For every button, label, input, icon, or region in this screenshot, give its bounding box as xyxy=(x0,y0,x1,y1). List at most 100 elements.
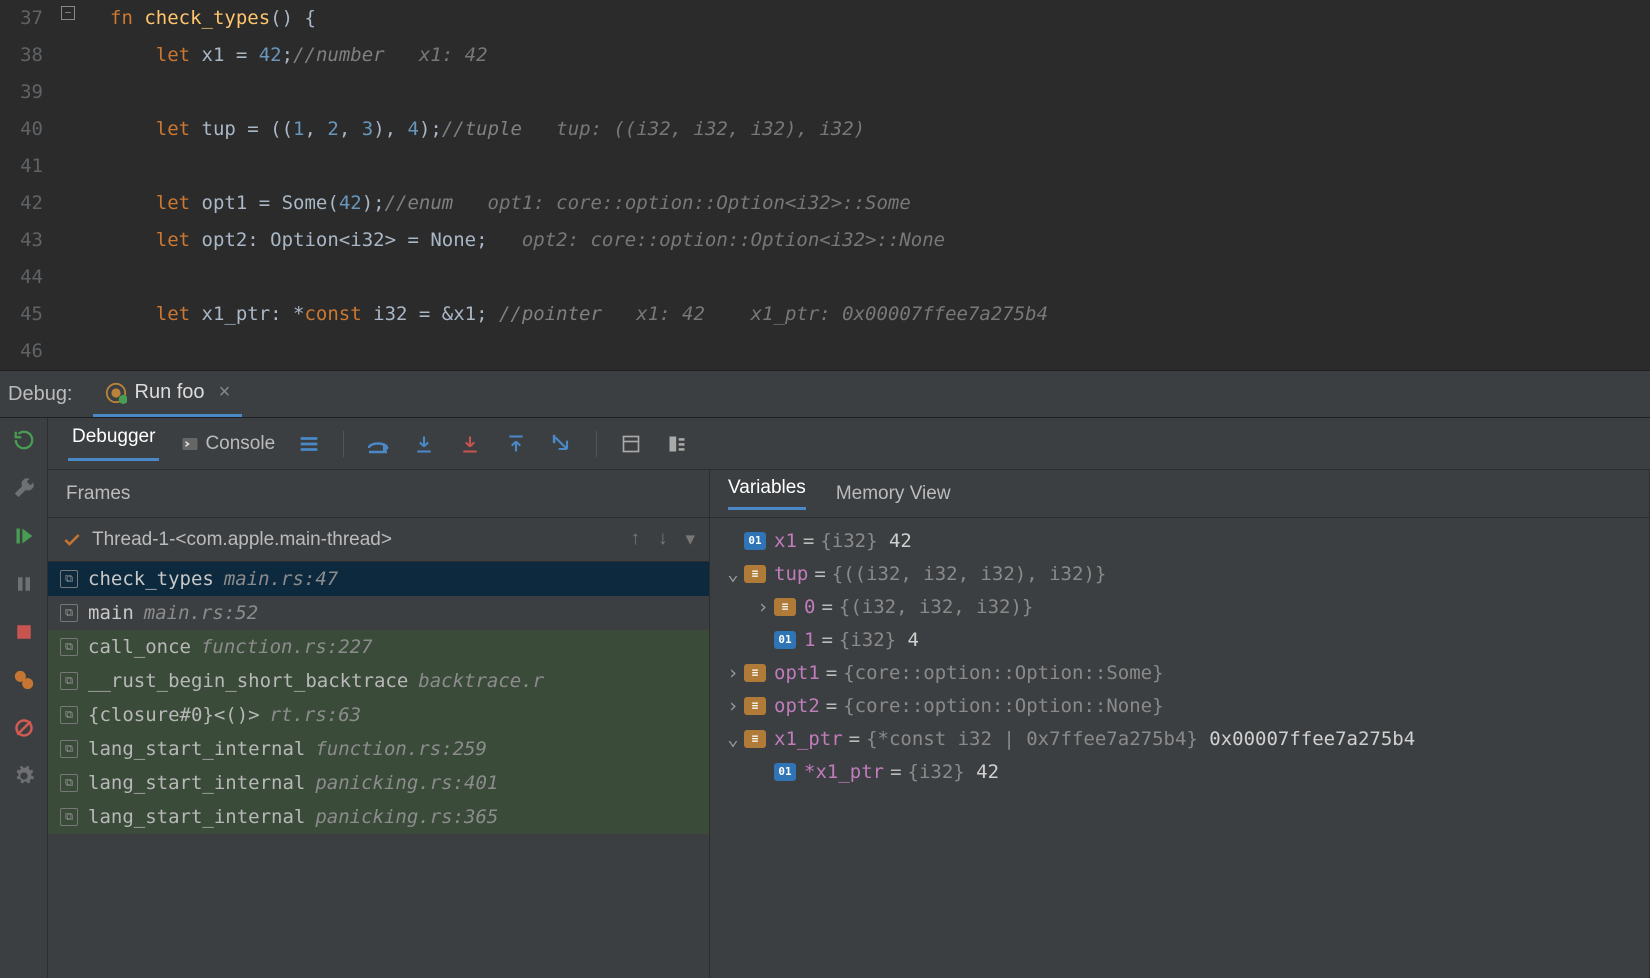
evaluate-icon[interactable] xyxy=(619,432,643,456)
var-name: opt2 xyxy=(774,695,820,717)
run-config-name: Run foo xyxy=(135,381,205,404)
frames-pane: Frames Thread-1-<com.apple.main-thread> … xyxy=(48,470,710,978)
thread-name: Thread-1-<com.apple.main-thread> xyxy=(92,529,392,551)
threads-icon[interactable] xyxy=(297,432,321,456)
variable-row[interactable]: ›≡opt2={core::option::Option::None} xyxy=(710,689,1649,722)
frame-icon: ⧉ xyxy=(60,604,78,622)
var-name: x1 xyxy=(774,530,797,552)
debug-label: Debug: xyxy=(8,383,73,406)
var-value: 0x00007ffee7a275b4 xyxy=(1198,728,1415,750)
trace-icon[interactable] xyxy=(665,432,689,456)
var-type: {core::option::Option::None} xyxy=(843,695,1163,717)
frame-icon: ⧉ xyxy=(60,570,78,588)
view-breakpoints-icon[interactable] xyxy=(10,666,38,694)
frame-icon: ⧉ xyxy=(60,808,78,826)
thread-selector[interactable]: Thread-1-<com.apple.main-thread> ↑ ↓ ▾ xyxy=(48,518,709,562)
force-step-into-icon[interactable] xyxy=(458,432,482,456)
var-name: opt1 xyxy=(774,662,820,684)
frame-down-icon[interactable]: ↓ xyxy=(658,528,668,551)
frame-icon: ⧉ xyxy=(60,672,78,690)
tab-console[interactable]: Console xyxy=(181,433,275,455)
variables-tree[interactable]: 01x1={i32} 42⌄≡tup={((i32, i32, i32), i3… xyxy=(710,518,1649,978)
resume-icon[interactable] xyxy=(10,522,38,550)
frames-header: Frames xyxy=(48,470,709,518)
frames-list[interactable]: ⧉check_types main.rs:47⧉main main.rs:52⧉… xyxy=(48,562,709,978)
stack-frame[interactable]: ⧉main main.rs:52 xyxy=(48,596,709,630)
expand-icon[interactable]: ⌄ xyxy=(722,728,744,750)
var-type: {((i32, i32, i32), i32)} xyxy=(832,563,1107,585)
code-editor[interactable]: 37383940414243444546 − fn check_types() … xyxy=(0,0,1650,370)
var-name: 0 xyxy=(804,596,815,618)
var-type: {(i32, i32, i32)} xyxy=(839,596,1033,618)
rust-icon xyxy=(105,382,127,404)
variable-row[interactable]: ›≡opt1={core::option::Option::Some} xyxy=(710,656,1649,689)
settings-icon[interactable] xyxy=(10,762,38,790)
stack-frame[interactable]: ⧉call_once function.rs:227 xyxy=(48,630,709,664)
line-number-gutter: 37383940414243444546 xyxy=(0,0,55,370)
variable-row[interactable]: 011={i32} 4 xyxy=(710,623,1649,656)
expand-icon[interactable]: › xyxy=(752,596,774,618)
var-badge-icon: ≡ xyxy=(744,730,766,748)
var-type: {i32} xyxy=(820,530,877,552)
stack-frame[interactable]: ⧉__rust_begin_short_backtrace backtrace.… xyxy=(48,664,709,698)
console-label: Console xyxy=(205,433,275,455)
debug-run-config-tab[interactable]: Run foo × xyxy=(93,371,243,417)
fold-icon[interactable]: − xyxy=(61,6,75,20)
var-name: 1 xyxy=(804,629,815,651)
var-type: {i32} xyxy=(908,761,965,783)
code-area[interactable]: fn check_types() { let x1 = 42;//number … xyxy=(110,0,1650,370)
var-value: 4 xyxy=(896,629,919,651)
expand-icon[interactable]: › xyxy=(722,695,744,717)
tab-memory-view[interactable]: Memory View xyxy=(836,483,951,505)
var-type: {*const i32 | 0x7ffee7a275b4} xyxy=(866,728,1198,750)
variable-row[interactable]: ⌄≡tup={((i32, i32, i32), i32)} xyxy=(710,557,1649,590)
var-badge-icon: 01 xyxy=(744,532,766,550)
tab-debugger[interactable]: Debugger xyxy=(68,426,159,461)
frames-title: Frames xyxy=(66,483,130,505)
frame-dropdown-icon[interactable]: ▾ xyxy=(685,528,695,551)
fold-gutter: − xyxy=(55,0,110,370)
step-into-icon[interactable] xyxy=(412,432,436,456)
var-type: {i32} xyxy=(839,629,896,651)
stack-frame[interactable]: ⧉lang_start_internal panicking.rs:401 xyxy=(48,766,709,800)
variables-pane: Variables Memory View 01x1={i32} 42⌄≡tup… xyxy=(710,470,1650,978)
stack-frame[interactable]: ⧉lang_start_internal panicking.rs:365 xyxy=(48,800,709,834)
var-badge-icon: ≡ xyxy=(774,598,796,616)
frame-icon: ⧉ xyxy=(60,706,78,724)
debug-panel: Debugger Console Frames xyxy=(0,418,1650,978)
pause-icon[interactable] xyxy=(10,570,38,598)
expand-icon[interactable]: › xyxy=(722,662,744,684)
debug-toolbar: Debugger Console xyxy=(48,418,1650,470)
frame-icon: ⧉ xyxy=(60,774,78,792)
var-value: 42 xyxy=(965,761,999,783)
stop-icon[interactable] xyxy=(10,618,38,646)
debug-toolwindow-header: Debug: Run foo × xyxy=(0,370,1650,418)
var-type: {core::option::Option::Some} xyxy=(843,662,1163,684)
stack-frame[interactable]: ⧉lang_start_internal function.rs:259 xyxy=(48,732,709,766)
variable-row[interactable]: ›≡0={(i32, i32, i32)} xyxy=(710,590,1649,623)
var-badge-icon: 01 xyxy=(774,763,796,781)
step-over-icon[interactable] xyxy=(366,432,390,456)
variable-row[interactable]: 01x1={i32} 42 xyxy=(710,524,1649,557)
run-to-cursor-icon[interactable] xyxy=(550,432,574,456)
variables-header: Variables Memory View xyxy=(710,470,1649,518)
mute-breakpoints-icon[interactable] xyxy=(10,714,38,742)
var-name: *x1_ptr xyxy=(804,761,884,783)
var-value: 42 xyxy=(878,530,912,552)
variable-row[interactable]: ⌄≡x1_ptr={*const i32 | 0x7ffee7a275b4} 0… xyxy=(710,722,1649,755)
stack-frame[interactable]: ⧉{closure#0}<()> rt.rs:63 xyxy=(48,698,709,732)
tab-variables[interactable]: Variables xyxy=(728,477,806,510)
frame-up-icon[interactable]: ↑ xyxy=(630,528,640,551)
rerun-icon[interactable] xyxy=(10,426,38,454)
wrench-icon[interactable] xyxy=(10,474,38,502)
var-badge-icon: ≡ xyxy=(744,565,766,583)
step-out-icon[interactable] xyxy=(504,432,528,456)
stack-frame[interactable]: ⧉check_types main.rs:47 xyxy=(48,562,709,596)
close-icon[interactable]: × xyxy=(219,381,231,404)
var-badge-icon: 01 xyxy=(774,631,796,649)
var-name: tup xyxy=(774,563,808,585)
expand-icon[interactable]: ⌄ xyxy=(722,563,744,585)
variable-row[interactable]: 01*x1_ptr={i32} 42 xyxy=(710,755,1649,788)
debug-side-toolbar xyxy=(0,418,48,978)
frame-icon: ⧉ xyxy=(60,638,78,656)
